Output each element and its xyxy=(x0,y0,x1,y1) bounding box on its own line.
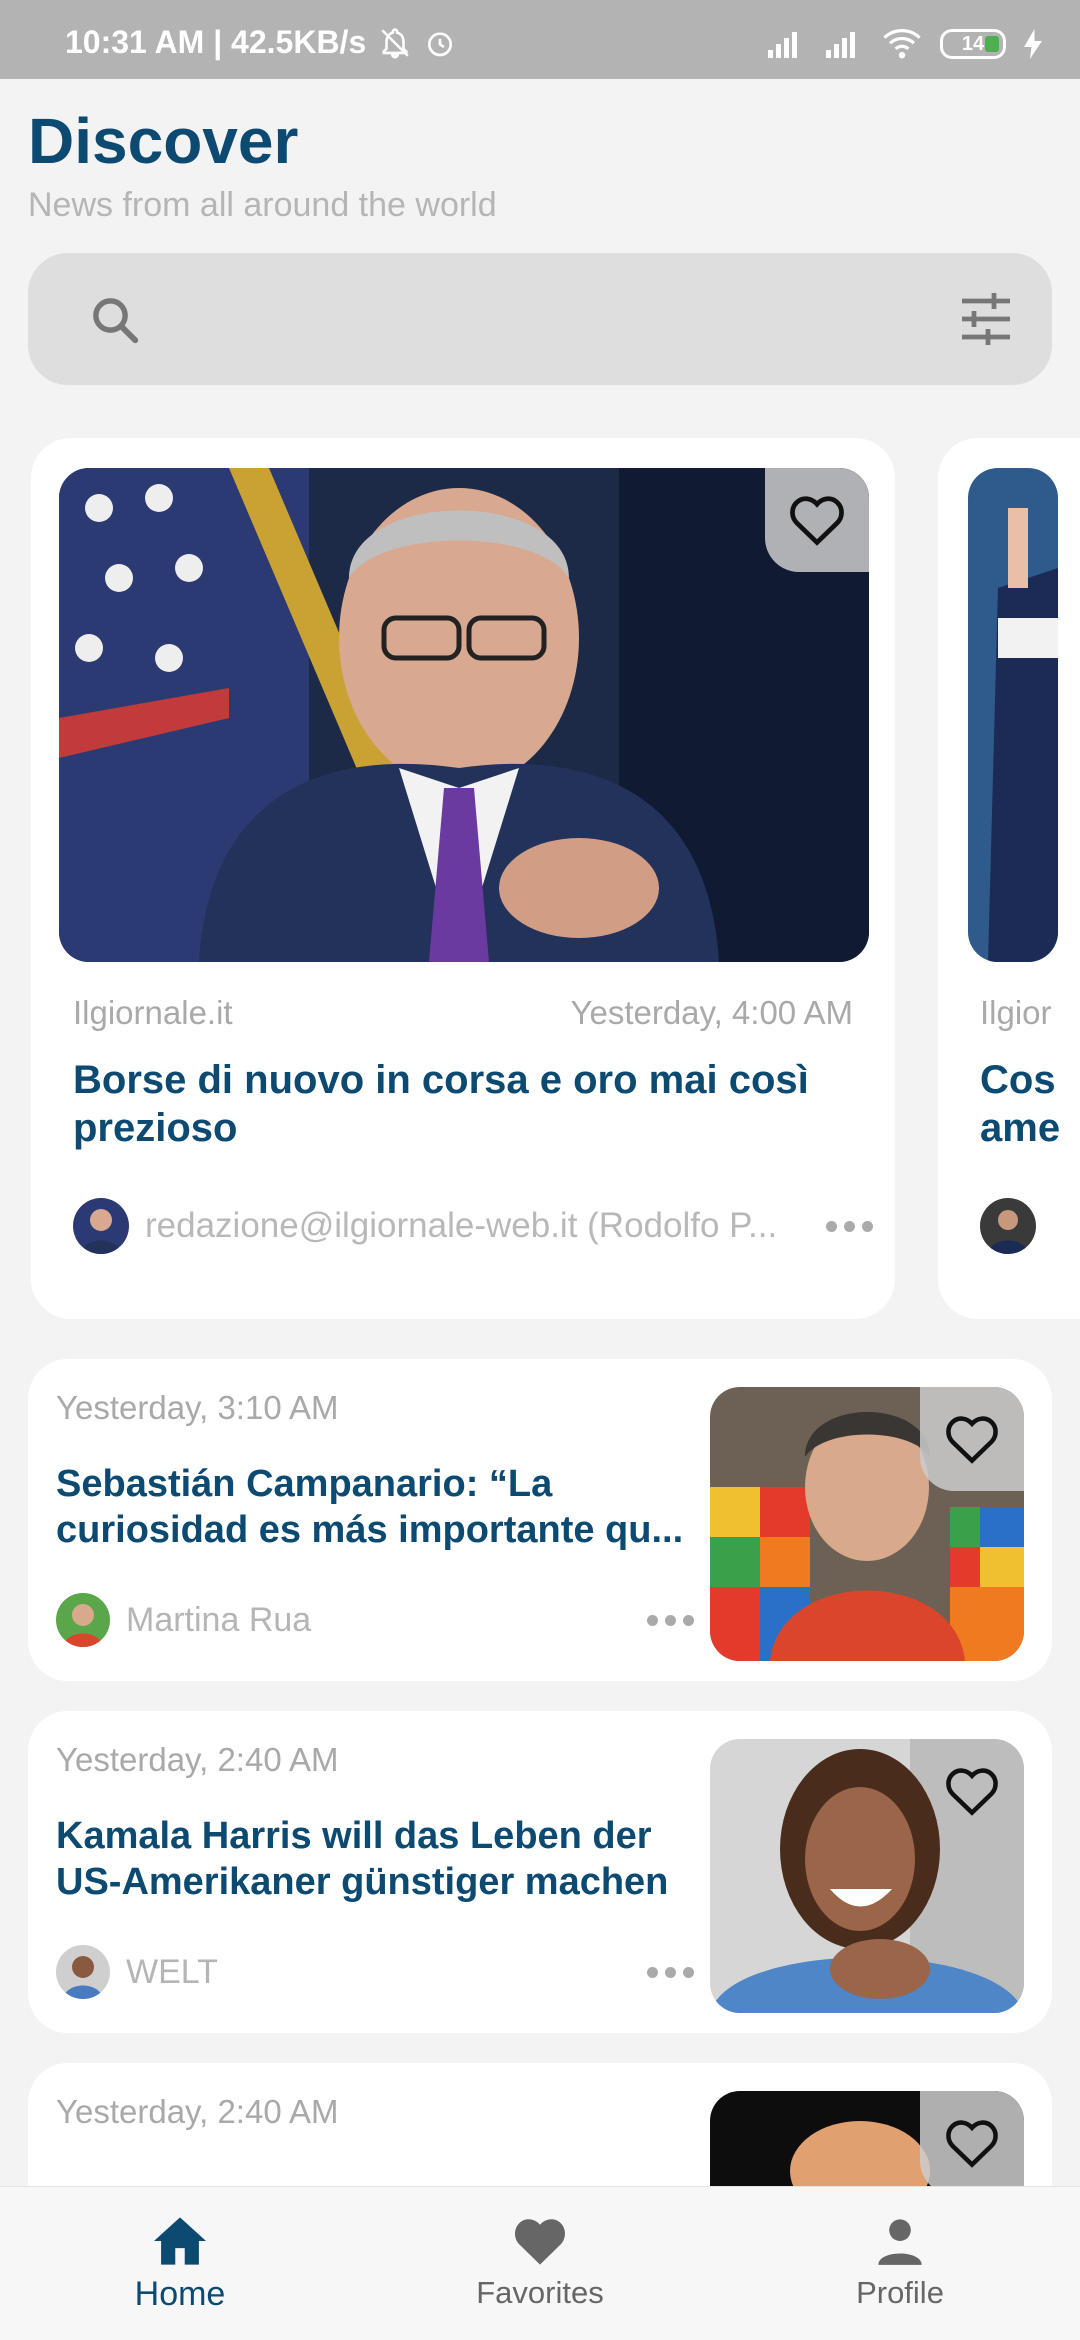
more-options-icon[interactable] xyxy=(647,1614,694,1626)
status-bar: 10:31 AM | 42.5KB/s 14 xyxy=(0,0,1080,79)
article-image[interactable] xyxy=(710,1739,1024,2013)
article-source: Ilgior xyxy=(980,994,1052,1031)
avatar xyxy=(980,1198,1036,1254)
status-time: 10:31 AM | 42.5KB/s xyxy=(65,24,367,60)
headline-line-2: ame xyxy=(980,1106,1061,1150)
featured-card-next[interactable]: Ilgior Cos ame xyxy=(938,438,1080,1319)
favorite-button[interactable] xyxy=(920,1739,1024,1843)
mute-notification-icon xyxy=(381,27,409,58)
article-card[interactable]: Yesterday, 3:10 AM Sebastián Campanario:… xyxy=(28,1359,1052,1681)
headline-line-1: Sebastián Campanario: “La xyxy=(56,1463,553,1505)
more-options-icon[interactable] xyxy=(647,1966,694,1978)
headline-line-2: curiosidad es más importante qu... xyxy=(56,1509,684,1551)
article-headline[interactable]: Kamala Harris will das Leben der US-Amer… xyxy=(56,1813,706,1905)
nav-profile[interactable]: Profile xyxy=(800,2187,1000,2340)
filter-icon[interactable] xyxy=(958,293,1014,345)
author-row: redazione@ilgiornale-web.it (Rodolfo P..… xyxy=(73,1198,873,1254)
heart-icon xyxy=(515,2219,565,2265)
featured-photo xyxy=(59,468,869,962)
headline-line-1: Cos xyxy=(980,1058,1056,1102)
avatar xyxy=(56,1945,110,1999)
heart-outline-icon xyxy=(946,1416,998,1464)
charging-icon xyxy=(1024,29,1042,59)
favorite-button[interactable] xyxy=(765,468,869,572)
heart-outline-icon xyxy=(790,496,844,546)
article-author: Martina Rua xyxy=(126,1600,312,1639)
nav-favorites[interactable]: Favorites xyxy=(440,2187,640,2340)
signal-icon-2 xyxy=(826,32,855,58)
article-card[interactable]: Yesterday, 2:40 AM xyxy=(28,2063,1052,2186)
avatar xyxy=(73,1198,129,1254)
battery-icon: 14 xyxy=(940,29,1006,59)
home-icon xyxy=(154,2217,206,2265)
alarm-icon xyxy=(428,31,453,56)
article-image[interactable] xyxy=(710,1387,1024,1661)
featured-photo xyxy=(968,468,1058,962)
article-time: Yesterday, 3:10 AM xyxy=(56,1389,339,1426)
nav-profile-label: Profile xyxy=(856,2275,944,2310)
page-title: Discover xyxy=(28,105,299,177)
favorite-button[interactable] xyxy=(920,2091,1024,2186)
author-row xyxy=(980,1198,1080,1254)
article-headline[interactable]: Sebastián Campanario: “La curiosidad es … xyxy=(56,1461,706,1553)
signal-icon xyxy=(768,32,797,58)
search-icon[interactable] xyxy=(88,293,142,347)
article-image[interactable] xyxy=(710,2091,1024,2186)
person-icon xyxy=(878,2219,922,2265)
featured-image[interactable] xyxy=(968,468,1058,962)
heart-outline-icon xyxy=(946,2120,998,2168)
favorite-button[interactable] xyxy=(920,1387,1024,1491)
featured-card[interactable]: Ilgiornale.it Yesterday, 4:00 AM Borse d… xyxy=(31,438,895,1319)
article-headline[interactable]: Cos ame xyxy=(980,1056,1080,1152)
more-options-icon[interactable] xyxy=(826,1220,873,1232)
nav-home-label: Home xyxy=(134,2275,226,2313)
article-source: Ilgiornale.it xyxy=(73,994,233,1031)
wifi-icon xyxy=(883,28,921,59)
article-card[interactable]: Yesterday, 2:40 AM Kamala Harris will da… xyxy=(28,1711,1052,2033)
author-row: WELT xyxy=(56,1945,706,1999)
article-time: Yesterday, 4:00 AM xyxy=(570,994,853,1031)
article-author: WELT xyxy=(126,1952,218,1991)
battery-level: 14 xyxy=(961,32,985,55)
article-author: redazione@ilgiornale-web.it (Rodolfo P..… xyxy=(145,1206,778,1245)
bottom-navigation: Home Favorites Profile xyxy=(0,2186,1080,2340)
nav-home[interactable]: Home xyxy=(80,2187,280,2340)
headline-line-2: US-Amerikaner günstiger machen xyxy=(56,1861,669,1903)
page-subtitle: News from all around the world xyxy=(28,186,497,224)
featured-image[interactable] xyxy=(59,468,869,962)
heart-outline-icon xyxy=(946,1768,998,1816)
article-time: Yesterday, 2:40 AM xyxy=(56,1741,339,1778)
featured-carousel[interactable]: Ilgiornale.it Yesterday, 4:00 AM Borse d… xyxy=(0,438,1080,1322)
avatar xyxy=(56,1593,110,1647)
nav-favorites-label: Favorites xyxy=(476,2275,604,2310)
search-bar[interactable] xyxy=(28,253,1052,385)
author-row: Martina Rua xyxy=(56,1593,706,1647)
article-time: Yesterday, 2:40 AM xyxy=(56,2093,339,2130)
search-input[interactable] xyxy=(158,283,938,355)
article-headline[interactable]: Borse di nuovo in corsa e oro mai così p… xyxy=(73,1056,853,1152)
headline-line-1: Kamala Harris will das Leben der xyxy=(56,1815,652,1857)
